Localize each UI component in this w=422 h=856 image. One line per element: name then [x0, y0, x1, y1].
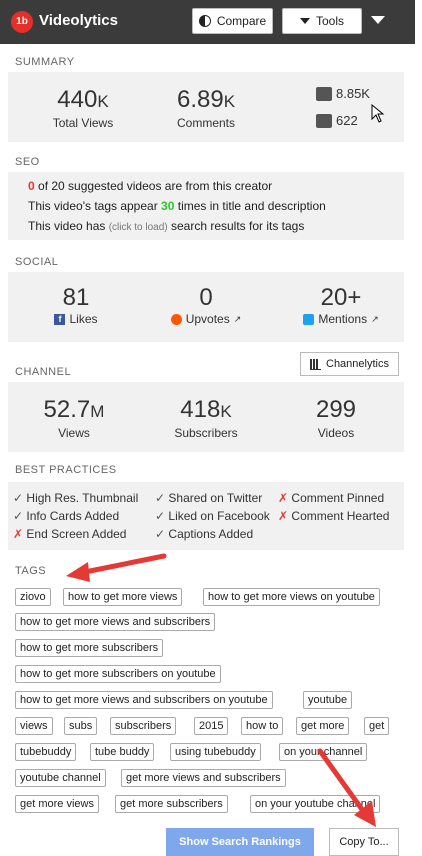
seo-tags-line: This video's tags appear 30 times in tit… [28, 199, 326, 213]
twitter-icon [303, 313, 315, 325]
chevron-down-icon [299, 18, 310, 24]
total-views-label: Total Views [52, 116, 114, 130]
reddit-upvotes-value: 0 [199, 284, 213, 311]
tag-chip[interactable]: how to get more views and subscribers [15, 613, 216, 631]
tag-chip[interactable]: get more [296, 717, 350, 735]
channel-videos-stat: 299 Videos [286, 396, 386, 440]
tag-chip[interactable]: how to get more subscribers [15, 639, 164, 657]
tag-chip[interactable]: get [364, 717, 390, 735]
annotation-arrow [66, 553, 167, 582]
comments-label: Comments [176, 116, 235, 130]
twitter-mentions-stat: 20+ Mentions ↗ [286, 284, 396, 326]
reddit-upvotes-label[interactable]: Upvotes [186, 312, 230, 326]
external-link-icon: ↗ [371, 313, 379, 324]
annotation-arrow [317, 748, 376, 827]
twitter-mentions-value: 20+ [320, 284, 362, 311]
summary-title: SUMMARY [15, 56, 75, 68]
twitter-mentions-label[interactable]: Mentions [318, 312, 367, 326]
seo-title: SEO [15, 156, 40, 168]
channel-title: CHANNEL [15, 366, 72, 378]
channel-videos-value: 299 [315, 396, 357, 423]
bp-item: ✓ Info Cards Added [13, 509, 120, 523]
dislikes-count: 622 [316, 113, 358, 128]
fb-likes-value: 81 [62, 284, 90, 311]
channel-views-stat: 52.7M Views [24, 396, 124, 440]
bp-item: ✗ Comment Hearted [278, 509, 390, 523]
bp-item: ✓ Shared on Twitter [155, 491, 263, 505]
facebook-icon: f [54, 313, 66, 325]
comments-stat: 6.89K Comments [151, 86, 261, 130]
channelytics-button[interactable]: Channelytics [300, 352, 399, 376]
reddit-upvotes-stat: 0 Upvotes ↗ [156, 284, 256, 326]
mouse-cursor-icon [371, 104, 385, 123]
social-panel: 81 f Likes 0 Upvotes ↗ 20+ Mentions ↗ [8, 272, 404, 342]
seo-search-line: This video has (click to load) search re… [28, 219, 305, 233]
tag-chip[interactable]: tubebuddy [15, 743, 77, 761]
logo-icon: 1b [11, 11, 33, 33]
thumbs-up-icon [316, 86, 332, 101]
tags-title: TAGS [15, 565, 47, 577]
seo-suggested-line: 0 of 20 suggested videos are from this c… [28, 179, 273, 193]
tag-chip[interactable]: get more views [15, 795, 99, 813]
reddit-icon [170, 313, 182, 325]
social-title: SOCIAL [15, 256, 59, 268]
tag-chip[interactable]: how to get more views on youtube [203, 588, 380, 606]
bp-item: ✓ High Res. Thumbnail [13, 491, 139, 505]
tag-chip[interactable]: tube buddy [90, 743, 155, 761]
channel-videos-label: Videos [317, 426, 355, 440]
app-name: Videolytics [39, 12, 118, 29]
tag-chip[interactable]: how to [241, 717, 284, 735]
external-link-icon: ↗ [233, 313, 242, 324]
tag-chip[interactable]: subscribers [110, 717, 177, 735]
tag-chip[interactable]: get more views and subscribers [121, 769, 286, 787]
tools-label: Tools [315, 14, 344, 28]
bp-item: ✓ Captions Added [155, 527, 254, 541]
tag-chip[interactable]: get more subscribers [115, 795, 228, 813]
copy-to-button[interactable]: Copy To... [329, 828, 399, 856]
fb-likes-stat: 81 f Likes [26, 284, 126, 326]
tag-chip[interactable]: using tubebuddy [170, 743, 261, 761]
tag-chip[interactable]: how to get more views [63, 588, 183, 606]
compare-icon [198, 15, 211, 27]
tag-chip[interactable]: subs [64, 717, 98, 735]
bar-chart-icon [310, 358, 321, 370]
best-practices-title: BEST PRACTICES [15, 464, 117, 476]
likes-count: 8.85K [316, 86, 370, 101]
tag-chip[interactable]: how to get more views and subscribers on… [15, 691, 273, 709]
compare-label: Compare [216, 14, 267, 28]
click-to-load-link[interactable]: (click to load) [109, 222, 168, 233]
tag-chip[interactable]: youtube channel [15, 769, 106, 787]
show-search-rankings-button[interactable]: Show Search Rankings [166, 828, 314, 856]
thumbs-down-icon [316, 113, 332, 128]
bp-item: ✓ Liked on Facebook [155, 509, 270, 523]
tag-chip[interactable]: views [15, 717, 53, 735]
comments-value: 6.89 [176, 86, 224, 113]
compare-button[interactable]: Compare [192, 8, 273, 34]
bp-item: ✗ End Screen Added [13, 527, 127, 541]
channel-subs-stat: 418K Subscribers [156, 396, 256, 440]
summary-panel: 440K Total Views 6.89K Comments 8.85K 62… [8, 72, 404, 142]
total-views-value: 440 [57, 86, 98, 113]
total-views-stat: 440K Total Views [28, 86, 138, 130]
header-bar: 1b Videolytics Compare Tools [0, 0, 415, 44]
tools-button[interactable]: Tools [282, 8, 362, 34]
channel-subs-value: 418 [180, 396, 221, 423]
menu-caret-icon[interactable] [371, 16, 385, 24]
tag-chip[interactable]: youtube [303, 691, 353, 709]
channel-subs-label: Subscribers [174, 426, 238, 440]
bp-item: ✗ Comment Pinned [278, 491, 385, 505]
channel-panel: 52.7M Views 418K Subscribers 299 Videos [8, 382, 404, 452]
tag-chip[interactable]: ziovo [15, 588, 51, 606]
channel-views-label: Views [58, 426, 90, 440]
tag-chip[interactable]: how to get more subscribers on youtube [15, 665, 221, 683]
channel-views-value: 52.7 [43, 396, 91, 423]
tag-chip[interactable]: 2015 [194, 717, 229, 735]
fb-likes-label[interactable]: Likes [69, 312, 97, 326]
